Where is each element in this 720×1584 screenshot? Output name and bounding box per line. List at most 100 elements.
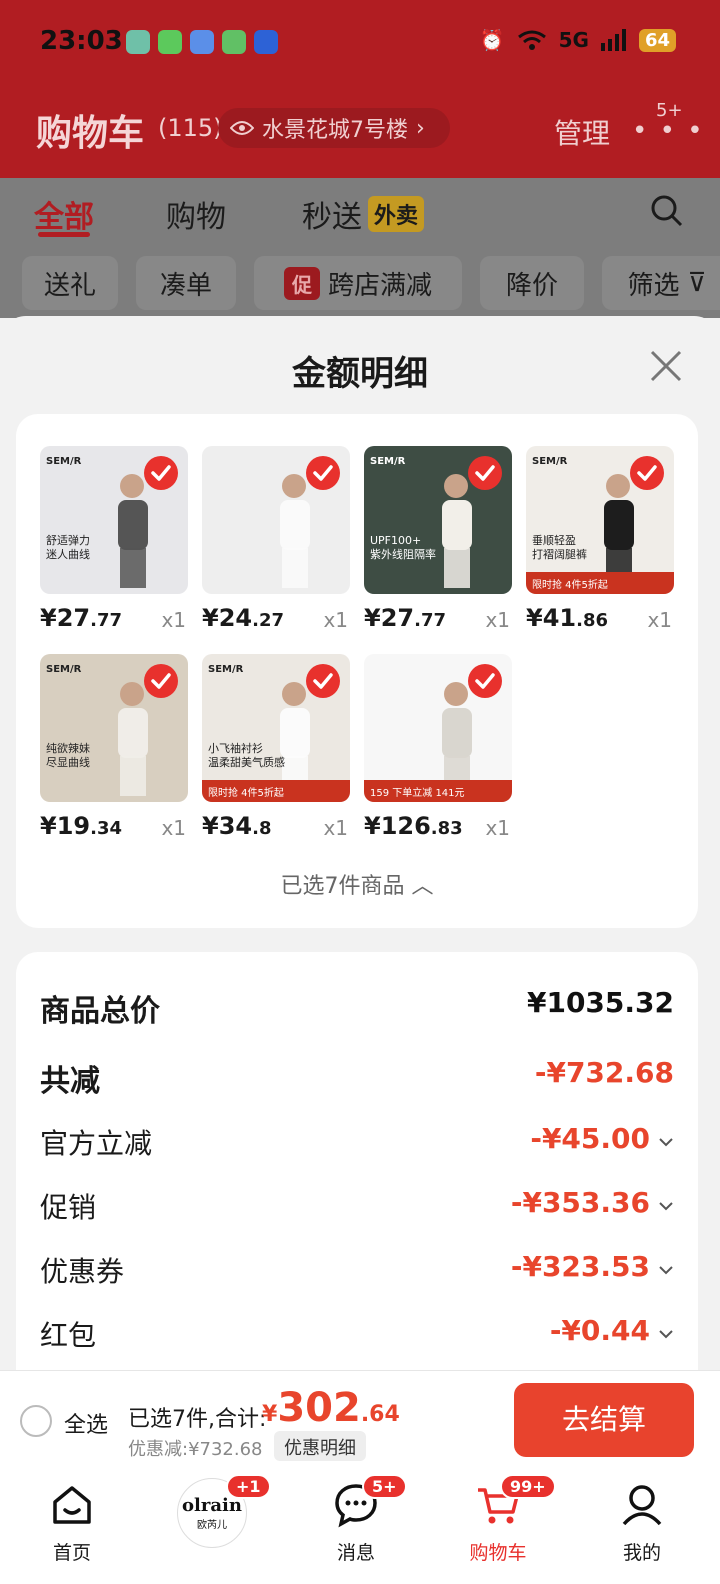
qq-icon	[254, 30, 278, 54]
discount-row-promotion[interactable]: 促销 -¥353.36	[40, 1186, 674, 1236]
discount-row-red-packet[interactable]: 红包 -¥0.44	[40, 1314, 674, 1364]
price-decimal: .27	[252, 610, 284, 631]
checkmark-icon[interactable]	[468, 456, 502, 490]
discount-summary: 优惠减:¥732.68	[128, 1439, 263, 1460]
promo-strip: 159 下单立减 141元	[364, 780, 512, 802]
selected-goods-item[interactable]: ¥24.27 x1	[202, 446, 352, 636]
tab-instant-label: 秒送	[302, 200, 362, 235]
discount-value: -¥323.53	[510, 1250, 650, 1283]
chevron-right-icon: ›	[416, 115, 425, 141]
filter-screen[interactable]: 筛选 ⊽	[602, 256, 720, 310]
tab-instant[interactable]: 秒送 外卖	[302, 192, 425, 236]
selected-goods-item[interactable]: SEM/R 舒适弹力 迷人曲线 ¥27.77 x1	[40, 446, 190, 636]
product-caption: 垂顺轻盈 打褶阔腿裤	[532, 534, 587, 561]
discount-row-official[interactable]: 官方立减 -¥45.00	[40, 1122, 674, 1172]
tabbar-store[interactable]: olrain 欧芮儿 +1	[162, 1474, 271, 1548]
price-decimal: .34	[90, 818, 122, 839]
filter-price-drop[interactable]: 降价	[480, 256, 584, 310]
price-decimal: .8	[252, 818, 272, 839]
select-all-label[interactable]: 全选	[64, 1407, 108, 1439]
filter-gift[interactable]: 送礼	[22, 256, 118, 310]
tabbar-label: 首页	[52, 1542, 91, 1564]
selected-goods-item[interactable]: SEM/R 纯欲辣妹 尽显曲线 ¥19.34 x1	[40, 654, 190, 844]
selected-goods-summary: 已选7件商品	[280, 874, 405, 899]
filter-gift-label: 送礼	[43, 270, 96, 301]
product-quantity: x1	[323, 608, 348, 632]
amount-detail-sheet: 金额明细 已选7件商品 ︿ SEM/R 舒适弹力 迷人曲线 ¥27.77 x1 ¥24.…	[0, 316, 720, 1468]
product-quantity: x1	[647, 608, 672, 632]
filter-cross-store[interactable]: 促 跨店满减	[254, 256, 462, 310]
discount-label: 官方立减	[40, 1127, 153, 1160]
selected-goods-item[interactable]: SEM/R UPF100+ 紫外线阻隔率 ¥27.77 x1	[364, 446, 514, 636]
filter-cross-store-label: 跨店满减	[327, 270, 432, 301]
total-reduced-label: 共减	[40, 1064, 100, 1099]
status-bar: 23:03 ⏰ 5G 64	[0, 0, 720, 86]
selected-goods-item[interactable]: 159 下单立减 141元 ¥126.83 x1	[364, 654, 514, 844]
tab-shopping[interactable]: 购物	[166, 192, 226, 236]
search-icon[interactable]	[650, 194, 684, 228]
product-quantity: x1	[485, 608, 510, 632]
selected-goods-item[interactable]: SEM/R 垂顺轻盈 打褶阔腿裤 限时抢 4件5折起 ¥41.86 x1	[526, 446, 676, 636]
checkmark-icon[interactable]	[306, 664, 340, 698]
tabbar-cart[interactable]: 购物车 99+	[448, 1474, 556, 1565]
total-price: ¥302.64	[262, 1385, 400, 1431]
discount-label: 红包	[40, 1319, 97, 1352]
discount-row-coupon[interactable]: 优惠券 -¥323.53	[40, 1250, 674, 1300]
product-brand: SEM/R	[46, 664, 82, 675]
product-price: ¥41.86	[526, 604, 608, 632]
total-currency: ¥	[262, 1402, 278, 1427]
goods-total-row: 商品总价 ¥1035.32	[40, 986, 674, 1036]
chevron-down-icon	[659, 1330, 673, 1339]
tabbar-label: 欧芮儿	[197, 1520, 227, 1531]
product-price: ¥19.34	[40, 812, 122, 840]
product-brand: SEM/R	[208, 664, 244, 675]
chevron-up-icon: ︿	[411, 874, 434, 899]
product-brand: SEM/R	[370, 456, 406, 467]
price-integer: ¥41	[526, 604, 577, 632]
location-selector[interactable]: 水景花城7号楼 ›	[218, 108, 450, 148]
tab-all[interactable]: 全部	[34, 192, 94, 236]
product-price: ¥27.77	[40, 604, 122, 632]
checkout-button[interactable]: 去结算	[514, 1383, 694, 1457]
product-caption: 小飞袖衬衫 温柔甜美气质感	[208, 742, 285, 769]
product-caption: 舒适弹力 迷人曲线	[46, 534, 90, 561]
discount-detail-button[interactable]: 优惠明细	[274, 1431, 366, 1461]
product-quantity: x1	[323, 816, 348, 840]
chevron-down-icon	[659, 1202, 673, 1211]
selected-goods-item[interactable]: SEM/R 小飞袖衬衫 温柔甜美气质感 限时抢 4件5折起 ¥34.8 x1	[202, 654, 352, 844]
profile-icon	[622, 1485, 662, 1526]
checkmark-icon[interactable]	[630, 456, 664, 490]
cart-count: (115)	[158, 114, 223, 142]
total-reduced-value: -¥732.68	[534, 1056, 674, 1089]
location-text: 水景花城7号楼	[262, 118, 408, 143]
sheet-title: 金额明细	[292, 354, 428, 394]
wechat-icon	[158, 30, 182, 54]
checkmark-icon[interactable]	[306, 456, 340, 490]
product-quantity: x1	[161, 608, 186, 632]
takeout-badge: 外卖	[368, 196, 425, 232]
promo-strip: 限时抢 4件5折起	[202, 780, 350, 802]
total-decimal: .64	[360, 1402, 400, 1427]
selected-goods-toggle[interactable]: 已选7件商品 ︿	[16, 868, 698, 900]
total-reduced-row: 共减 -¥732.68	[40, 1056, 674, 1106]
checkmark-icon[interactable]	[468, 664, 502, 698]
product-price: ¥27.77	[364, 604, 446, 632]
store-badge: +1	[226, 1474, 271, 1499]
checkmark-icon[interactable]	[144, 456, 178, 490]
product-quantity: x1	[485, 816, 510, 840]
battery-icon: 64	[638, 28, 676, 52]
close-icon[interactable]	[646, 346, 686, 386]
product-caption: 纯欲辣妹 尽显曲线	[46, 742, 90, 769]
filter-bundle[interactable]: 凑单	[136, 256, 236, 310]
tabbar-messages[interactable]: 消息 5+	[306, 1474, 407, 1565]
more-badge: 5+	[656, 100, 683, 121]
chevron-down-icon	[659, 1138, 673, 1147]
checkmark-icon[interactable]	[144, 664, 178, 698]
messages-badge: 5+	[362, 1474, 407, 1499]
home-icon	[53, 1486, 91, 1524]
manage-button[interactable]: 管理	[554, 112, 610, 152]
tabbar-profile[interactable]: 我的	[592, 1482, 692, 1565]
select-all-radio[interactable]	[20, 1405, 52, 1437]
message-icon	[222, 30, 246, 54]
tabbar-home[interactable]: 首页	[22, 1482, 122, 1565]
